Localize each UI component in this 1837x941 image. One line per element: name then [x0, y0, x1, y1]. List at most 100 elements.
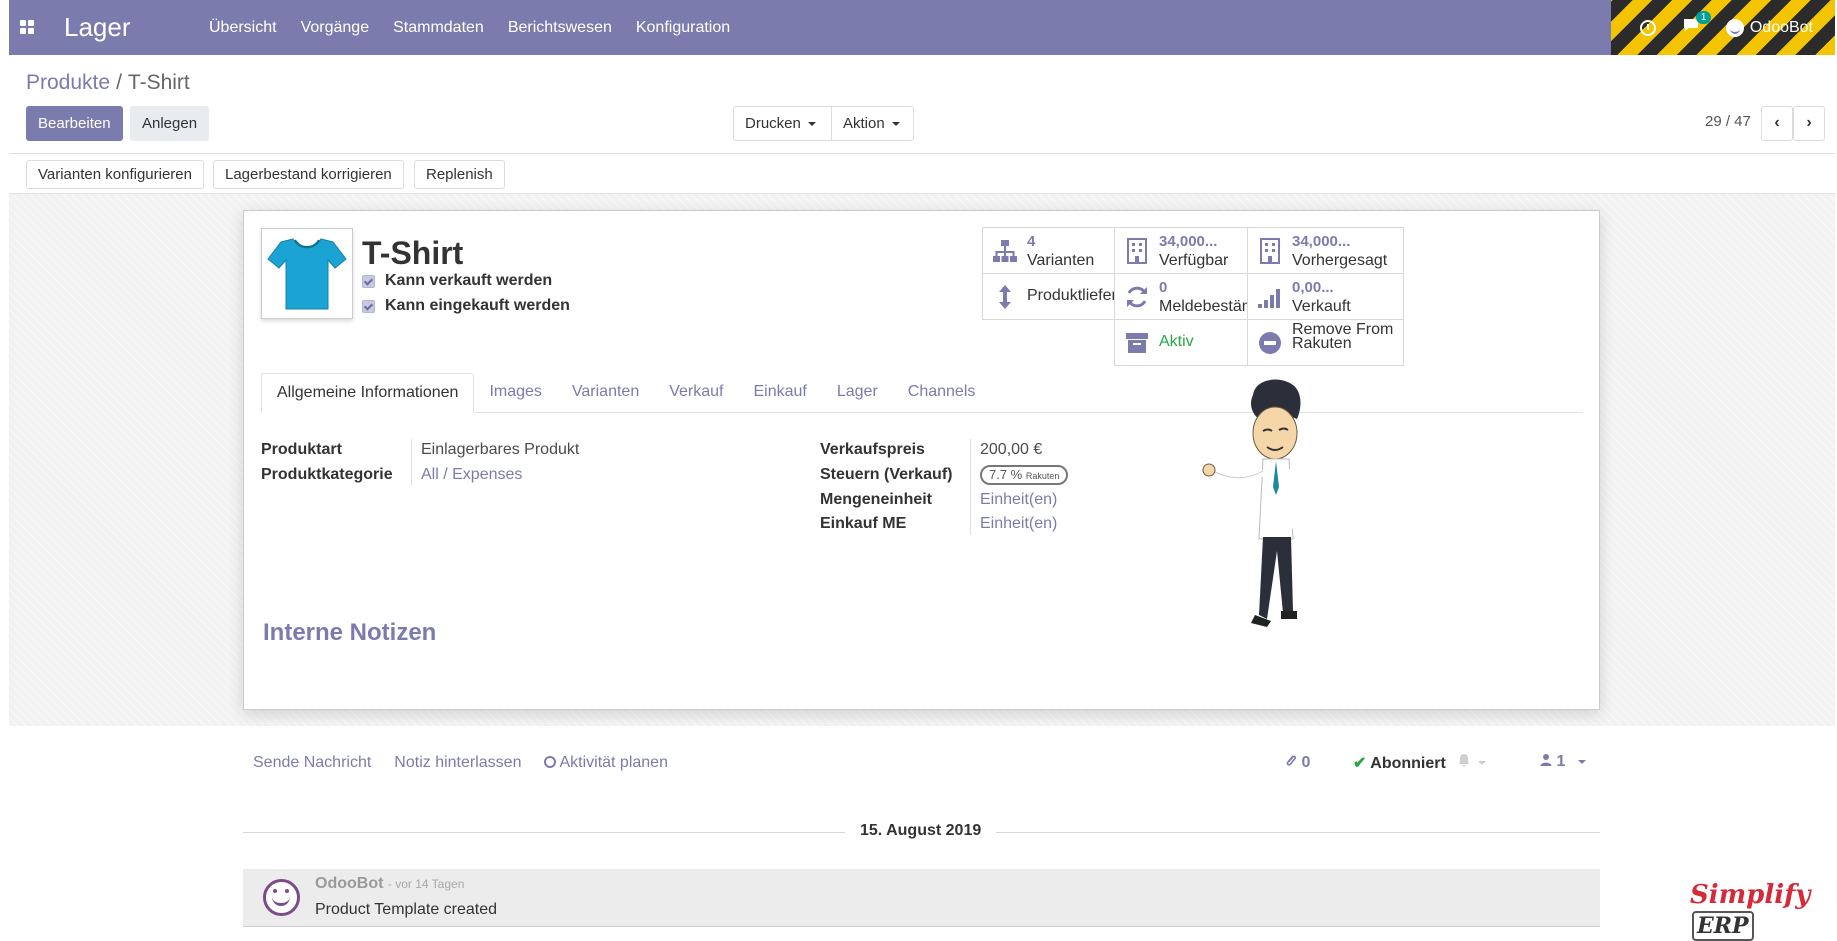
- app-title[interactable]: Lager: [64, 12, 131, 43]
- variants-label: Varianten: [1027, 252, 1095, 269]
- print-dropdown[interactable]: Drucken: [733, 106, 832, 141]
- product-category-link[interactable]: All / Expenses: [421, 466, 522, 484]
- available-qty-value: 34,000...: [1159, 233, 1218, 250]
- purchase-uom-link[interactable]: Einheit(en): [980, 515, 1057, 533]
- forecast-qty-smart-button[interactable]: 34,000... Vorhergesagt: [1247, 227, 1404, 274]
- message-time: - vor 14 Tagen: [387, 877, 465, 891]
- form-sheet: T-Shirt Kann verkauft werden Kann eingek…: [243, 210, 1600, 710]
- archive-icon: [1123, 329, 1151, 357]
- breadcrumb-products-link[interactable]: Produkte: [26, 71, 110, 94]
- product-image[interactable]: [261, 228, 353, 319]
- tax-tag-value: 7.7 %: [989, 467, 1023, 482]
- create-button[interactable]: Anlegen: [130, 106, 210, 141]
- tab-channels[interactable]: Channels: [893, 373, 991, 412]
- messages-icon[interactable]: 1: [1682, 11, 1712, 38]
- breadcrumb-current: T-Shirt: [127, 71, 190, 94]
- paperclip-icon: [1286, 755, 1297, 766]
- available-qty-label: Verfügbar: [1159, 252, 1229, 269]
- internal-notes-heading: Interne Notizen: [263, 619, 437, 646]
- followers-button[interactable]: 1: [1540, 753, 1586, 771]
- sitemap-icon: [991, 237, 1019, 265]
- sale-ok-label: Kann verkauft werden: [385, 272, 553, 289]
- replenish-button[interactable]: Replenish: [414, 160, 505, 189]
- reordering-count: 0: [1159, 279, 1168, 296]
- pager-previous-button[interactable]: ‹: [1761, 106, 1793, 141]
- menu-item-master-data[interactable]: Stammdaten: [381, 0, 496, 55]
- followed-button[interactable]: ✔ Abonniert: [1353, 753, 1446, 773]
- minus-circle-icon: [1256, 329, 1284, 357]
- purchase-ok-checkbox[interactable]: [362, 299, 375, 313]
- message-author: OdooBot - vor 14 Tagen: [315, 875, 464, 893]
- remove-from-rakuten-smart-button[interactable]: Remove From Rakuten: [1247, 319, 1404, 366]
- menu-item-configuration[interactable]: Konfiguration: [624, 0, 742, 55]
- uom-label: Mengeneinheit: [820, 491, 933, 508]
- form-tabs: Allgemeine Informationen Images Variante…: [261, 373, 1583, 413]
- action-caret-icon: [891, 122, 900, 127]
- attachments-count: 0: [1301, 754, 1311, 771]
- product-type-value[interactable]: Einlagerbares Produkt: [421, 441, 579, 459]
- right-group-separator: [970, 439, 971, 535]
- user-icon: [1540, 754, 1552, 766]
- sale-ok-checkbox[interactable]: [362, 274, 375, 288]
- mascot-illustration: [1202, 379, 1301, 627]
- notification-settings-button[interactable]: [1457, 753, 1487, 772]
- product-category-label: Produktkategorie: [261, 466, 393, 483]
- apps-menu-icon[interactable]: [20, 20, 34, 34]
- tab-images[interactable]: Images: [474, 373, 556, 412]
- user-name: OdooBot: [1749, 18, 1813, 36]
- configure-variants-button[interactable]: Varianten konfigurieren: [26, 160, 204, 189]
- sales-taxes-label: Steuern (Verkauf): [820, 466, 953, 483]
- tab-general-information[interactable]: Allgemeine Informationen: [261, 373, 475, 413]
- tab-purchase[interactable]: Einkauf: [738, 373, 821, 412]
- attachments-button[interactable]: 0: [1285, 753, 1310, 772]
- schedule-activity-link[interactable]: Aktivität planen: [544, 754, 668, 772]
- signal-icon: [1256, 283, 1284, 311]
- top-navbar: Lager Übersicht Vorgänge Stammdaten Beri…: [9, 0, 1835, 55]
- messages-count-badge: 1: [1695, 11, 1712, 24]
- clock-icon: [544, 756, 557, 768]
- edit-button[interactable]: Bearbeiten: [26, 106, 123, 141]
- pager-next-button[interactable]: ›: [1793, 106, 1825, 141]
- menu-item-overview[interactable]: Übersicht: [197, 0, 289, 55]
- breadcrumb-separator: /: [116, 71, 122, 94]
- simplify-erp-watermark-logo: SimplifyERP: [1690, 880, 1811, 941]
- send-message-link[interactable]: Sende Nachricht: [253, 754, 371, 772]
- building-icon: [1123, 237, 1151, 265]
- activity-clock-icon[interactable]: [1639, 19, 1656, 36]
- log-note-link[interactable]: Notiz hinterlassen: [394, 754, 521, 772]
- sale-ok-checkbox-row[interactable]: Kann verkauft werden: [362, 272, 552, 290]
- building-icon: [1256, 237, 1284, 265]
- bell-icon: [1458, 754, 1470, 767]
- tab-variants[interactable]: Varianten: [557, 373, 654, 412]
- odoobot-avatar[interactable]: [263, 879, 300, 916]
- action-label: Aktion: [843, 115, 885, 132]
- tab-inventory[interactable]: Lager: [822, 373, 893, 412]
- sold-value: 0,00...: [1292, 279, 1334, 296]
- user-menu[interactable]: OdooBot: [1725, 18, 1813, 37]
- tab-sales[interactable]: Verkauf: [654, 373, 738, 412]
- followers-count: 1: [1556, 753, 1566, 770]
- bell-caret-icon: [1478, 760, 1487, 765]
- sales-price-label: Verkaufspreis: [820, 441, 925, 458]
- forecast-qty-value: 34,000...: [1292, 233, 1351, 250]
- sold-smart-button[interactable]: 0,00... Verkauft: [1247, 273, 1404, 320]
- chatter-message: OdooBot - vor 14 Tagen Product Template …: [243, 869, 1600, 927]
- forecast-qty-label: Vorhergesagt: [1292, 252, 1388, 269]
- control-panel-divider: [9, 153, 1835, 154]
- adjust-stock-button[interactable]: Lagerbestand korrigieren: [213, 160, 404, 189]
- sales-price-value[interactable]: 200,00 €: [980, 441, 1042, 459]
- message-author-name[interactable]: OdooBot: [315, 875, 383, 892]
- tshirt-icon: [267, 238, 347, 310]
- menu-item-reporting[interactable]: Berichtswesen: [496, 0, 624, 55]
- check-icon: ✔: [1353, 755, 1367, 772]
- action-dropdown[interactable]: Aktion: [831, 106, 914, 141]
- purchase-ok-label: Kann eingekauft werden: [385, 297, 570, 314]
- uom-link[interactable]: Einheit(en): [980, 491, 1057, 509]
- purchase-ok-checkbox-row[interactable]: Kann eingekauft werden: [362, 297, 570, 315]
- menu-item-operations[interactable]: Vorgänge: [289, 0, 382, 55]
- tax-tag-channel: Rakuten: [1025, 471, 1060, 481]
- product-name[interactable]: T-Shirt: [362, 235, 463, 272]
- tax-tag[interactable]: 7.7 % Rakuten: [980, 465, 1069, 485]
- variants-count: 4: [1027, 233, 1036, 250]
- chatter-actions: Sende Nachricht Notiz hinterlassen Aktiv…: [253, 754, 668, 772]
